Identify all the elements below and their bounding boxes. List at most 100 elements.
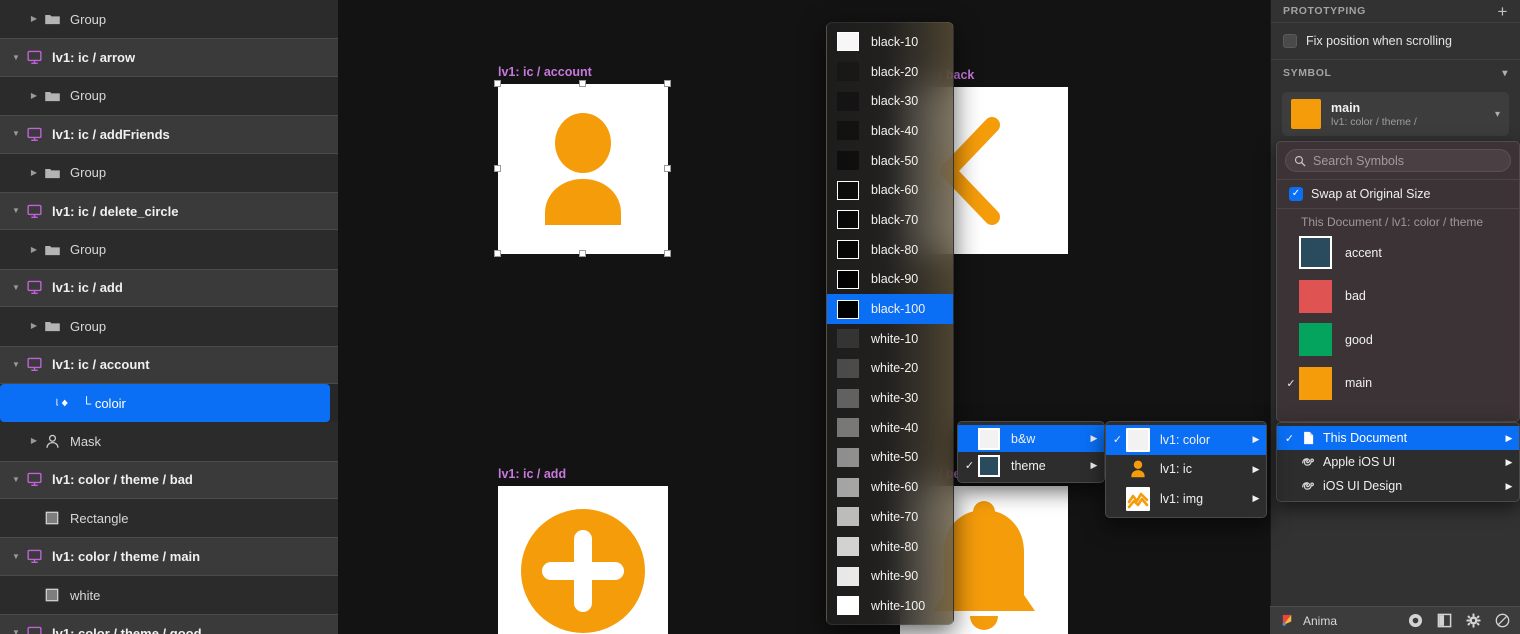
artboard[interactable]: lv1: ic / account	[494, 65, 671, 257]
layer-row[interactable]: ▼ lv1: color / theme / main	[0, 537, 338, 576]
chevron-down-icon[interactable]: ▾	[1502, 68, 1508, 79]
color-variant-item[interactable]: black-90	[827, 265, 953, 295]
layer-row[interactable]: ▼ lv1: ic / addFriends	[0, 115, 338, 154]
color-variant-item[interactable]: white-70	[827, 502, 953, 532]
disclosure-triangle-expanded[interactable]: ▼	[8, 475, 24, 484]
artboard-canvas[interactable]	[498, 84, 668, 254]
disclosure-triangle-collapsed[interactable]: ▶	[26, 437, 42, 445]
layer-row[interactable]: ▼ lv1: color / theme / bad	[0, 460, 338, 500]
color-variant-item[interactable]: white-30	[827, 383, 953, 413]
color-variant-item[interactable]: white-20	[827, 354, 953, 384]
artboard-title[interactable]: lv1: ic / add	[498, 467, 566, 481]
disclosure-triangle-expanded[interactable]: ▼	[8, 283, 24, 292]
disclosure-triangle-collapsed[interactable]: ▶	[26, 168, 42, 177]
selection-handle[interactable]	[664, 80, 671, 87]
chevron-down-icon[interactable]: ▾	[1495, 109, 1500, 120]
color-variant-item[interactable]: white-90	[827, 561, 953, 591]
color-variant-item[interactable]: black-80	[827, 235, 953, 265]
bw-theme-item[interactable]: b&w ▶	[958, 425, 1104, 452]
disclosure-triangle-collapsed[interactable]: ▶	[26, 322, 42, 330]
layer-row[interactable]: ▶ Group	[0, 76, 338, 116]
fix-position-row[interactable]: Fix position when scrolling	[1271, 23, 1520, 59]
library-menu-item[interactable]: Apple iOS UI ▶	[1277, 450, 1519, 474]
disclosure-triangle-expanded[interactable]: ▼	[8, 629, 24, 634]
gear-icon[interactable]	[1466, 613, 1481, 628]
layer-row[interactable]: ▼ lv1: ic / delete_circle	[0, 191, 338, 231]
selection-handle[interactable]	[664, 250, 671, 257]
lv1-library-menu[interactable]: ✓ lv1: color ▶ lv1: ic ▶ lv1: img ▶	[1105, 421, 1267, 518]
lv1-menu-item[interactable]: lv1: ic ▶	[1106, 455, 1266, 485]
library-menu-item[interactable]: ✓ This Document ▶	[1277, 426, 1519, 450]
disclosure-triangle-expanded[interactable]: ▼	[8, 130, 24, 138]
disclosure-triangle-collapsed[interactable]: ▶	[26, 245, 42, 254]
search-symbols-input[interactable]	[1313, 153, 1502, 168]
symbol-option[interactable]: bad	[1277, 275, 1519, 319]
color-variant-item[interactable]: black-60	[827, 175, 953, 205]
color-variant-item[interactable]: white-100	[827, 591, 953, 621]
canvas-area[interactable]: lv1: ic / accountlv1: ic / backlv1: ic /…	[338, 0, 1270, 634]
fix-position-checkbox[interactable]	[1283, 34, 1297, 48]
library-menu[interactable]: ✓ This Document ▶ Apple iOS UI ▶ iOS UI Desig…	[1276, 422, 1520, 502]
selection-handle[interactable]	[494, 250, 501, 257]
disclosure-triangle-collapsed[interactable]: ▶	[26, 15, 42, 23]
layer-row[interactable]: ▶ Group	[0, 230, 338, 269]
layer-row[interactable]: ▼ lv1: color / theme / good	[0, 614, 338, 634]
disclosure-triangle-expanded[interactable]: ▼	[8, 552, 24, 561]
layer-row[interactable]: ▶└ coloir	[0, 383, 330, 423]
swap-original-size-checkbox[interactable]: ✓	[1289, 187, 1303, 201]
color-variant-item[interactable]: black-70	[827, 205, 953, 235]
swap-original-size-row[interactable]: ✓ Swap at Original Size	[1277, 180, 1519, 208]
layer-row[interactable]: ▶ Mask	[0, 422, 338, 461]
symbol-option[interactable]: accent	[1277, 231, 1519, 275]
disclosure-triangle-collapsed[interactable]: ▶	[26, 91, 42, 100]
inspector-panel[interactable]: PROTOTYPING + Fix position when scrollin…	[1270, 0, 1520, 634]
color-variant-item[interactable]: white-40	[827, 413, 953, 443]
layer-row[interactable]: ▶ Group	[0, 153, 338, 192]
selection-handle[interactable]	[579, 250, 586, 257]
color-variant-item[interactable]: white-60	[827, 472, 953, 502]
symbol-selector-field[interactable]: main lv1: color / theme / ▾	[1282, 92, 1509, 136]
layer-list-panel[interactable]: ▶ Group ▼ lv1: ic / arrow ▶ Group ▼ lv1: ic / a…	[0, 0, 338, 634]
symbol-option[interactable]: ✓ main	[1277, 362, 1519, 406]
artboard-canvas[interactable]	[498, 486, 668, 634]
color-variant-item[interactable]: white-50	[827, 443, 953, 473]
disclosure-triangle-expanded[interactable]: ▼	[8, 53, 24, 62]
color-variant-item[interactable]: black-20	[827, 57, 953, 87]
selection-handle[interactable]	[664, 165, 671, 172]
symbol-picker-popover[interactable]: ✓ Swap at Original Size This Document / …	[1276, 141, 1520, 422]
symbol-option[interactable]: good	[1277, 318, 1519, 362]
color-variant-item[interactable]: black-100	[827, 294, 953, 324]
disclosure-triangle-expanded[interactable]: ▼	[8, 207, 24, 215]
color-variant-item[interactable]: black-10	[827, 27, 953, 57]
lv1-menu-item[interactable]: lv1: img ▶	[1106, 484, 1266, 514]
layer-row[interactable]: ▼ lv1: ic / add	[0, 268, 338, 308]
panel-icon[interactable]	[1437, 613, 1452, 628]
library-menu-item[interactable]: iOS UI Design ▶	[1277, 474, 1519, 498]
layer-row[interactable]: ▼ lv1: ic / arrow	[0, 38, 338, 77]
selection-handle[interactable]	[579, 80, 586, 87]
layer-row[interactable]: ▼ lv1: ic / account	[0, 345, 338, 384]
artboard-title[interactable]: lv1: ic / account	[498, 65, 592, 79]
search-symbols-box[interactable]	[1285, 149, 1511, 172]
color-variant-item[interactable]: black-40	[827, 116, 953, 146]
bw-theme-item[interactable]: ✓ theme ▶	[958, 452, 1104, 479]
add-prototyping-button[interactable]: +	[1497, 3, 1508, 20]
artboard[interactable]: lv1: ic / add	[498, 467, 668, 634]
bw-theme-menu[interactable]: b&w ▶ ✓ theme ▶	[957, 421, 1105, 483]
color-variant-item[interactable]: black-50	[827, 146, 953, 176]
selection-handle[interactable]	[494, 165, 501, 172]
color-variant-menu[interactable]: black-10 black-20 black-30 black-40 black-50…	[826, 22, 954, 625]
layer-row[interactable]: ▶ Group	[0, 307, 338, 346]
selection-handle[interactable]	[494, 80, 501, 87]
anima-status-bar[interactable]: Anima	[1270, 606, 1520, 634]
layer-row[interactable]: ▶Rectangle	[0, 499, 338, 538]
disabled-icon[interactable]	[1495, 613, 1510, 628]
lv1-menu-item[interactable]: ✓ lv1: color ▶	[1106, 425, 1266, 455]
color-variant-item[interactable]: white-80	[827, 532, 953, 562]
layer-row[interactable]: ▶ Group	[0, 0, 338, 39]
layer-row[interactable]: ▶white	[0, 575, 338, 615]
color-variant-item[interactable]: black-30	[827, 86, 953, 116]
color-variant-item[interactable]: white-10	[827, 324, 953, 354]
symbol-options-list[interactable]: accent bad good ✓ main	[1277, 231, 1519, 405]
disclosure-triangle-expanded[interactable]: ▼	[8, 360, 24, 369]
